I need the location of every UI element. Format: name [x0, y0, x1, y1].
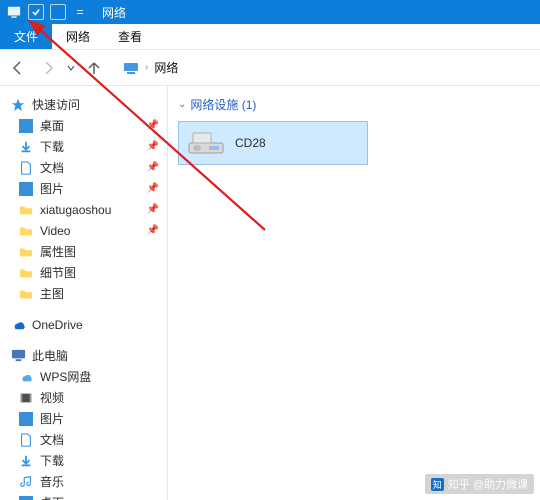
sidebar-item-video[interactable]: Video 📌 — [0, 220, 167, 241]
sidebar-item-music[interactable]: 音乐 — [0, 471, 167, 492]
sidebar-item-shuxingtu[interactable]: 属性图 — [0, 241, 167, 262]
folder-icon — [18, 244, 34, 260]
ribbon-tabs: 文件 网络 查看 — [0, 24, 540, 50]
title-bar: = 网络 — [0, 0, 540, 24]
sidebar-item-desktop[interactable]: 桌面 📌 — [0, 115, 167, 136]
qat-dropdown-icon[interactable]: = — [72, 4, 88, 20]
sidebar-item-documents[interactable]: 文档 📌 — [0, 157, 167, 178]
sidebar-item-label: 桌面 — [40, 117, 64, 134]
watermark: 知 知乎 @助力微课 — [425, 474, 534, 494]
chevron-right-icon: › — [145, 62, 148, 73]
sidebar-item-pictures2[interactable]: 图片 — [0, 408, 167, 429]
pin-icon: 📌 — [147, 120, 159, 131]
onedrive-header[interactable]: OneDrive — [0, 314, 167, 335]
music-icon — [18, 474, 34, 490]
sidebar-item-label: 视频 — [40, 389, 64, 406]
desktop-icon — [18, 118, 34, 134]
sidebar-item-downloads[interactable]: 下载 📌 — [0, 136, 167, 157]
nav-forward-button[interactable] — [34, 54, 62, 82]
sidebar-item-documents2[interactable]: 文档 — [0, 429, 167, 450]
sidebar-item-downloads2[interactable]: 下载 — [0, 450, 167, 471]
pin-icon: 📌 — [147, 162, 159, 173]
section-network-devices[interactable]: ⌄ 网络设施 (1) — [178, 96, 530, 113]
qat-check-icon[interactable] — [28, 4, 44, 20]
this-pc-header[interactable]: 此电脑 — [0, 345, 167, 366]
pictures-icon — [18, 181, 34, 197]
sidebar-item-label: 下载 — [40, 452, 64, 469]
sidebar-item-xijietu[interactable]: 细节图 — [0, 262, 167, 283]
sidebar-item-label: 图片 — [40, 180, 64, 197]
onedrive-group: OneDrive — [0, 314, 167, 335]
tab-view[interactable]: 查看 — [104, 24, 156, 49]
qat-icons: = — [0, 4, 94, 20]
network-location-icon — [123, 60, 139, 76]
pin-icon: 📌 — [147, 141, 159, 152]
onedrive-label: OneDrive — [32, 318, 83, 332]
sidebar-item-label: Video — [40, 224, 70, 238]
sidebar-item-desktop2[interactable]: 桌面 — [0, 492, 167, 500]
desktop-icon — [18, 495, 34, 500]
cloud-icon — [18, 369, 34, 385]
device-name: CD28 — [235, 136, 266, 150]
qat-blank-icon[interactable] — [50, 4, 66, 20]
pc-icon — [10, 348, 26, 364]
chevron-down-icon: ⌄ — [178, 99, 186, 110]
breadcrumb[interactable]: 网络 — [154, 59, 178, 76]
quick-access-group: 快速访问 桌面 📌 下载 📌 文档 📌 图片 📌 — [0, 94, 167, 304]
this-pc-label: 此电脑 — [32, 347, 68, 364]
sidebar-item-wps[interactable]: WPS网盘 — [0, 366, 167, 387]
zhihu-icon: 知 — [431, 478, 444, 491]
folder-icon — [18, 223, 34, 239]
film-icon — [18, 390, 34, 406]
quick-access-label: 快速访问 — [32, 96, 80, 113]
nav-up-button[interactable] — [80, 54, 108, 82]
pictures-icon — [18, 411, 34, 427]
app-icon — [6, 4, 22, 20]
window-title: 网络 — [102, 4, 126, 21]
device-tile-cd28[interactable]: CD28 — [178, 121, 368, 165]
sidebar-item-label: 主图 — [40, 285, 64, 302]
tab-file[interactable]: 文件 — [0, 24, 52, 49]
sidebar-item-xiatugaoshou[interactable]: xiatugaoshou 📌 — [0, 199, 167, 220]
document-icon — [18, 160, 34, 176]
folder-icon — [18, 265, 34, 281]
folder-icon — [18, 202, 34, 218]
sidebar-item-label: 下载 — [40, 138, 64, 155]
watermark-text: 知乎 @助力微课 — [448, 476, 528, 492]
content-area: 快速访问 桌面 📌 下载 📌 文档 📌 图片 📌 — [0, 86, 540, 500]
quick-access-header[interactable]: 快速访问 — [0, 94, 167, 115]
sidebar-item-pictures[interactable]: 图片 📌 — [0, 178, 167, 199]
sidebar-item-label: 文档 — [40, 159, 64, 176]
sidebar-item-label: 文档 — [40, 431, 64, 448]
document-icon — [18, 432, 34, 448]
pin-icon: 📌 — [147, 183, 159, 194]
sidebar-item-label: 图片 — [40, 410, 64, 427]
sidebar-item-label: WPS网盘 — [40, 368, 91, 385]
sidebar-item-label: 属性图 — [40, 243, 76, 260]
nav-bar: › 网络 — [0, 50, 540, 86]
nav-back-button[interactable] — [4, 54, 32, 82]
nav-recent-dropdown[interactable] — [64, 54, 78, 82]
tab-network[interactable]: 网络 — [52, 24, 104, 49]
download-icon — [18, 453, 34, 469]
address-bar[interactable]: › 网络 — [118, 56, 183, 79]
star-icon — [10, 97, 26, 113]
sidebar-item-label: xiatugaoshou — [40, 203, 111, 217]
pin-icon: 📌 — [147, 204, 159, 215]
pin-icon: 📌 — [147, 225, 159, 236]
computer-device-icon — [187, 129, 225, 157]
sidebar-item-label: 细节图 — [40, 264, 76, 281]
folder-icon — [18, 286, 34, 302]
nav-pane[interactable]: 快速访问 桌面 📌 下载 📌 文档 📌 图片 📌 — [0, 86, 168, 500]
download-icon — [18, 139, 34, 155]
sidebar-item-zhutu[interactable]: 主图 — [0, 283, 167, 304]
sidebar-item-label: 音乐 — [40, 473, 64, 490]
onedrive-icon — [10, 317, 26, 333]
section-label: 网络设施 (1) — [190, 96, 256, 113]
this-pc-group: 此电脑 WPS网盘 视频 图片 文档 下载 — [0, 345, 167, 500]
sidebar-item-videos[interactable]: 视频 — [0, 387, 167, 408]
main-pane[interactable]: ⌄ 网络设施 (1) CD28 — [168, 86, 540, 500]
sidebar-item-label: 桌面 — [40, 494, 64, 500]
